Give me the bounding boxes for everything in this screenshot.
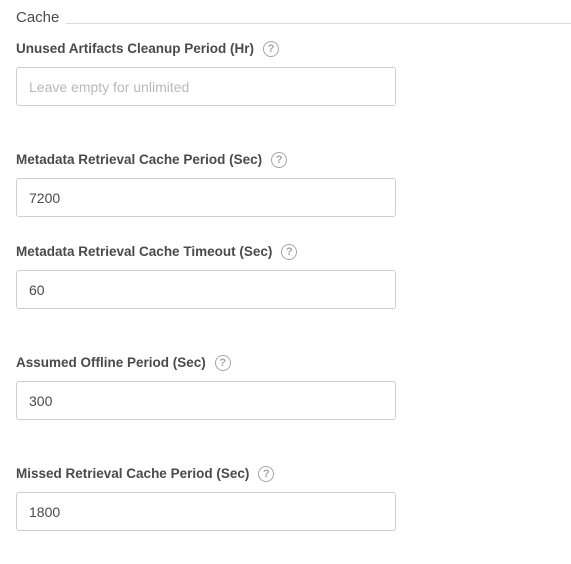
help-icon[interactable]: ? [263,41,280,57]
missed-retrieval-cache-period-label: Missed Retrieval Cache Period (Sec) [16,466,250,481]
help-icon[interactable]: ? [271,152,288,168]
missed-retrieval-cache-period-input[interactable] [16,492,396,531]
unused-artifacts-cleanup-period-input[interactable] [16,67,396,106]
field-metadata-retrieval-cache-period: Metadata Retrieval Cache Period (Sec) ? [16,150,396,217]
field-metadata-retrieval-cache-timeout: Metadata Retrieval Cache Timeout (Sec) ? [16,242,396,309]
metadata-retrieval-cache-period-label: Metadata Retrieval Cache Period (Sec) [16,152,263,167]
field-unused-artifacts-cleanup-period: Unused Artifacts Cleanup Period (Hr) ? [16,39,396,106]
help-icon[interactable]: ? [258,466,275,482]
field-assumed-offline-period: Assumed Offline Period (Sec) ? [16,353,396,420]
cache-section-title: Cache [16,9,60,26]
assumed-offline-period-label: Assumed Offline Period (Sec) [16,355,206,370]
metadata-retrieval-cache-timeout-input[interactable] [16,270,396,309]
section-divider [66,23,571,24]
help-icon[interactable]: ? [214,355,231,371]
unused-artifacts-cleanup-period-label: Unused Artifacts Cleanup Period (Hr) [16,41,255,56]
metadata-retrieval-cache-period-input[interactable] [16,178,396,217]
field-missed-retrieval-cache-period: Missed Retrieval Cache Period (Sec) ? [16,464,396,531]
assumed-offline-period-input[interactable] [16,381,396,420]
help-icon[interactable]: ? [281,244,298,260]
metadata-retrieval-cache-timeout-label: Metadata Retrieval Cache Timeout (Sec) [16,244,273,259]
